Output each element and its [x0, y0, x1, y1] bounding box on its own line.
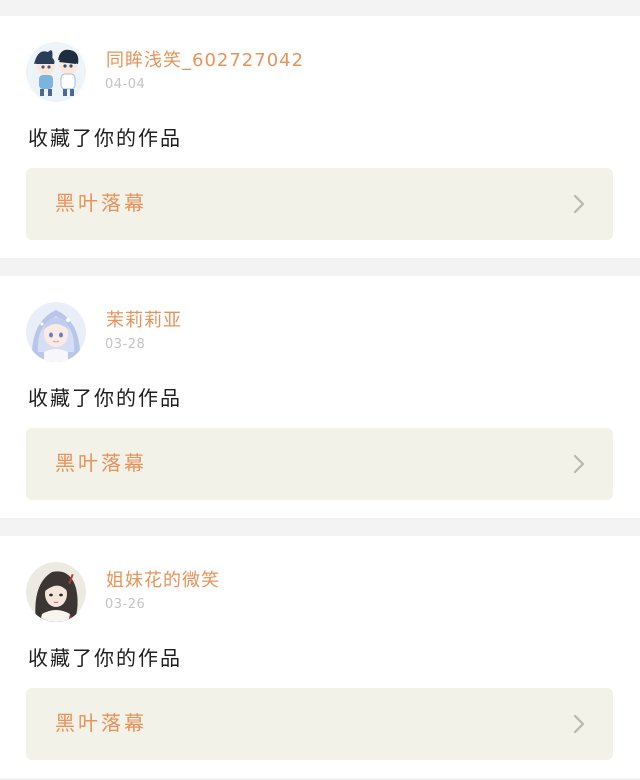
- work-title: 黑叶落幕: [55, 191, 147, 215]
- chevron-right-icon: [573, 454, 585, 474]
- username[interactable]: 茉莉莉亚: [106, 309, 182, 333]
- chevron-right-icon: [573, 194, 585, 214]
- work-title: 黑叶落幕: [55, 451, 147, 475]
- notification-card: 同眸浅笑_602727042 04-04 收藏了你的作品 黑叶落幕: [0, 16, 640, 258]
- timestamp: 04-04: [105, 77, 146, 92]
- work-title: 黑叶落幕: [55, 711, 147, 735]
- ancient-style-girl-avatar-icon: [26, 562, 86, 622]
- work-link[interactable]: 黑叶落幕: [26, 428, 613, 500]
- work-link[interactable]: 黑叶落幕: [26, 688, 613, 760]
- username[interactable]: 同眸浅笑_602727042: [106, 49, 304, 73]
- notification-card: 茉莉莉亚 03-28 收藏了你的作品 黑叶落幕: [0, 276, 640, 518]
- user-avatar[interactable]: [26, 42, 86, 102]
- anime-girl-avatar-icon: [26, 302, 86, 362]
- work-link[interactable]: 黑叶落幕: [26, 168, 613, 240]
- action-text: 收藏了你的作品: [28, 646, 182, 670]
- notification-card: 姐妹花的微笑 03-26 收藏了你的作品 黑叶落幕: [0, 536, 640, 778]
- timestamp: 03-28: [105, 337, 146, 352]
- timestamp: 03-26: [105, 597, 146, 612]
- chibi-couple-avatar-icon: [26, 42, 86, 102]
- action-text: 收藏了你的作品: [28, 386, 182, 410]
- notification-feed: 同眸浅笑_602727042 04-04 收藏了你的作品 黑叶落幕 茉莉莉亚 0…: [0, 0, 640, 780]
- user-avatar[interactable]: [26, 562, 86, 622]
- username[interactable]: 姐妹花的微笑: [106, 569, 220, 593]
- chevron-right-icon: [573, 714, 585, 734]
- action-text: 收藏了你的作品: [28, 126, 182, 150]
- user-avatar[interactable]: [26, 302, 86, 362]
